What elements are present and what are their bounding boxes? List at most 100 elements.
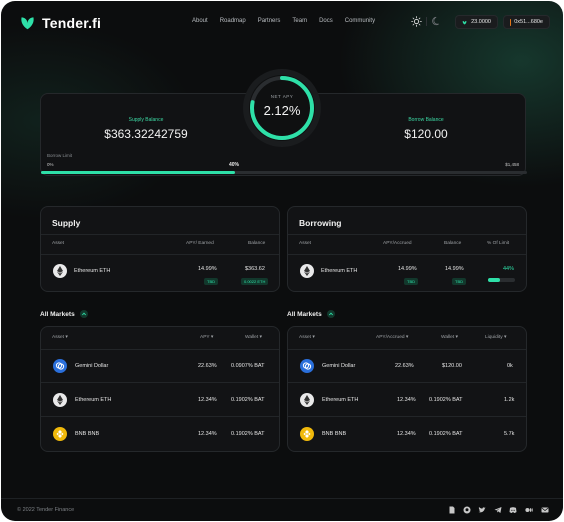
- market-asset: Ethereum ETH: [75, 397, 112, 403]
- market-apy: 22.63%: [395, 363, 414, 369]
- borrow-row-asset[interactable]: Ethereum ETH: [321, 268, 357, 274]
- chevron-up-icon: [79, 310, 88, 318]
- borrow-header-divider: [288, 254, 526, 255]
- tender-token-icon: [462, 20, 467, 25]
- ethereum-icon: [300, 393, 314, 407]
- supply-apy-tag: TBD: [204, 278, 218, 285]
- supply-header-apy: APY/ Earned: [186, 241, 214, 246]
- market-asset: BNB BNB: [322, 431, 347, 437]
- gemini-dollar-icon: [300, 359, 314, 373]
- github-icon[interactable]: [463, 506, 471, 514]
- supply-row-balance: $363.62: [245, 266, 265, 272]
- market-asset: Gemini Dollar: [75, 363, 109, 369]
- borrow-header-limit: % Of Limit: [487, 241, 510, 246]
- moon-icon[interactable]: [432, 16, 442, 26]
- borrow-header-asset: Asset: [299, 241, 311, 246]
- supply-balance-block: Supply Balance $363.32242759: [96, 117, 196, 141]
- market-wallet: 0.1902% BAT: [231, 397, 265, 403]
- supply-divider: [41, 234, 279, 235]
- borrow-balance-block: Borrow Balance $120.00: [371, 117, 481, 141]
- sun-icon[interactable]: [411, 16, 422, 27]
- supply-header-divider: [41, 254, 279, 255]
- borrow-limit-max: $1,458: [505, 162, 519, 167]
- nav-community[interactable]: Community: [345, 18, 375, 24]
- nav-roadmap[interactable]: Roadmap: [220, 18, 246, 24]
- borrow-markets-title: All Markets: [287, 310, 322, 318]
- borrow-balance-label: Borrow Balance: [408, 117, 444, 123]
- borrow-row-limit: 44%: [503, 266, 515, 272]
- supply-balance-tag: 0.0022 ETH: [241, 278, 269, 285]
- discord-icon[interactable]: [509, 506, 517, 514]
- market-wallet: 0.0907% BAT: [231, 363, 265, 369]
- nav-team[interactable]: Team: [292, 18, 307, 24]
- nav-docs[interactable]: Docs: [319, 18, 333, 24]
- market-wallet: $120.00: [442, 363, 462, 369]
- footer-divider: [1, 498, 563, 499]
- borrow-divider: [288, 234, 526, 235]
- nav-partners[interactable]: Partners: [258, 18, 281, 24]
- borrow-markets-header-liquidity[interactable]: Liquidity ▾: [485, 335, 506, 340]
- telegram-icon[interactable]: [494, 506, 502, 514]
- borrow-markets-header-apy[interactable]: APY/Accrued ▾: [376, 335, 408, 340]
- account-address: 0x51...680e: [514, 19, 543, 25]
- market-asset: Ethereum ETH: [322, 397, 359, 403]
- copyright: © 2022 Tender Finance: [17, 507, 75, 513]
- borrow-markets-header-wallet[interactable]: Wallet ▾: [441, 335, 458, 340]
- market-wallet: 0.1902% BAT: [429, 397, 463, 403]
- market-apy: 12.34%: [397, 431, 416, 437]
- borrow-markets-toggle[interactable]: All Markets: [287, 310, 335, 318]
- supply-balance-value: $363.32242759: [104, 127, 188, 141]
- supply-header-balance: Balance: [248, 241, 266, 246]
- mail-icon[interactable]: [541, 506, 549, 514]
- row-divider: [288, 382, 526, 383]
- borrow-limit-start: 0%: [47, 162, 54, 167]
- borrow-apy-tag: TBD: [404, 278, 418, 285]
- supply-markets-title: All Markets: [40, 310, 75, 318]
- borrow-title: Borrowing: [299, 218, 342, 228]
- row-divider: [41, 382, 279, 383]
- borrow-limit-bar: [41, 171, 527, 174]
- borrow-markets-header-asset[interactable]: Asset ▾: [299, 335, 315, 340]
- borrow-row-balance: 14.99%: [445, 266, 464, 272]
- market-asset: BNB BNB: [75, 431, 100, 437]
- docs-icon[interactable]: [448, 506, 456, 514]
- supply-markets-header-asset[interactable]: Asset ▾: [52, 335, 68, 340]
- supply-balance-label: Supply Balance: [128, 117, 164, 123]
- market-apy: 22.63%: [198, 363, 217, 369]
- market-liquidity: 0k: [507, 363, 513, 369]
- nav-about[interactable]: About: [192, 18, 208, 24]
- brand-logo[interactable]: Tender.fi: [19, 14, 101, 31]
- market-wallet: 0.1902% BAT: [429, 431, 463, 437]
- supply-markets-toggle[interactable]: All Markets: [40, 310, 88, 318]
- borrow-limit-fill: [41, 171, 236, 174]
- borrow-balance-value: $120.00: [404, 127, 448, 141]
- borrow-row-apy: 14.99%: [398, 266, 417, 272]
- chevron-up-icon: [326, 310, 335, 318]
- borrow-balance-tag: TBD: [452, 278, 466, 285]
- twitter-icon[interactable]: [478, 506, 486, 514]
- tnd-balance-pill[interactable]: 23.0000: [455, 15, 498, 29]
- borrow-limit-percent: 40%: [229, 162, 240, 168]
- borrow-limit-mini-fill: [488, 278, 500, 282]
- supply-markets-header-apy[interactable]: APY ▾: [200, 335, 213, 340]
- ethereum-icon: [53, 393, 67, 407]
- medium-icon[interactable]: [525, 506, 533, 514]
- tnd-balance: 23.0000: [471, 19, 491, 25]
- account-pill[interactable]: 0x51...680e: [503, 15, 550, 29]
- brand-name: Tender.fi: [42, 14, 102, 31]
- app-frame: Tender.fi About Roadmap Partners Team Do…: [1, 1, 563, 521]
- borrow-panel: Borrowing Asset APY/Accrued Balance % Of…: [287, 206, 527, 292]
- borrow-markets-table: Asset ▾ APY/Accrued ▾ Wallet ▾ Liquidity…: [287, 326, 527, 452]
- gemini-dollar-icon: [53, 359, 67, 373]
- bnb-icon: [53, 427, 67, 441]
- borrow-markets-header-divider: [288, 349, 526, 350]
- supply-row-asset[interactable]: Ethereum ETH: [74, 268, 110, 274]
- market-apy: 12.34%: [397, 397, 416, 403]
- ethereum-icon: [300, 264, 314, 278]
- row-divider: [288, 416, 526, 417]
- borrow-header-balance: Balance: [444, 241, 462, 246]
- borrow-limit-mini-bar: [488, 278, 515, 282]
- supply-panel: Supply Asset APY/ Earned Balance Ethereu…: [40, 206, 280, 292]
- supply-header-asset: Asset: [52, 241, 64, 246]
- supply-markets-header-wallet[interactable]: Wallet ▾: [245, 335, 262, 340]
